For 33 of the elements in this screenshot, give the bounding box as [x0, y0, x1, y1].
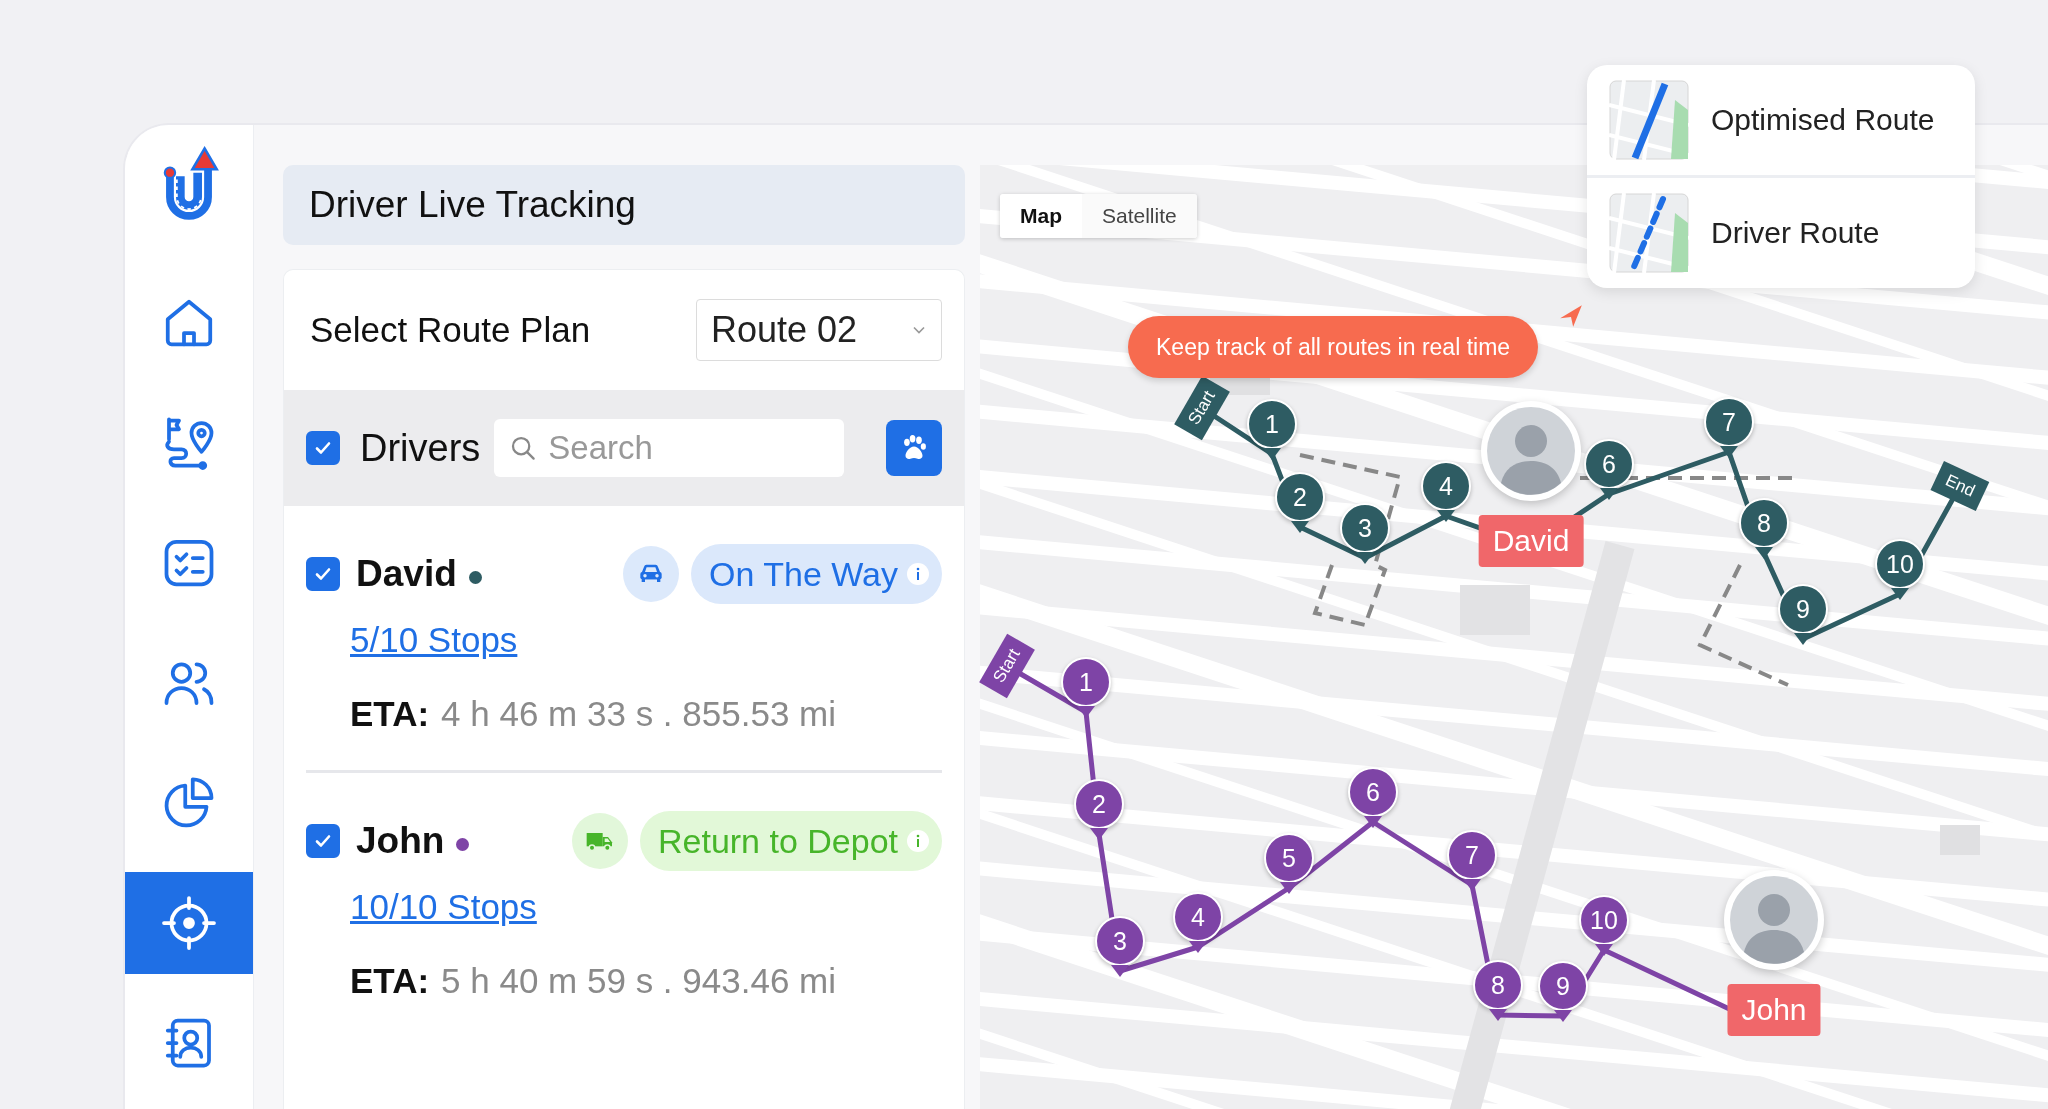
legend-label: Driver Route	[1711, 216, 1880, 250]
route-thumbnail-icon	[1609, 193, 1689, 273]
drivers-label: Drivers	[360, 426, 481, 470]
paw-button[interactable]	[886, 420, 942, 476]
stops-link[interactable]: 5/10 Stops	[350, 620, 518, 660]
info-icon	[906, 562, 930, 586]
driver-name: David	[356, 553, 457, 595]
tooltip: Keep track of all routes in real time	[1128, 316, 1539, 378]
status-text: Return to Depot	[657, 821, 898, 861]
map-type-tab[interactable]: Map	[1000, 194, 1082, 238]
map-type-tab[interactable]: Satellite	[1082, 194, 1197, 238]
status-text: On The Way	[709, 554, 898, 594]
route-thumbnail-icon	[1609, 80, 1689, 160]
page-title: Driver Live Tracking	[283, 165, 965, 245]
info-icon	[906, 829, 930, 853]
route-plan-label: Select Route Plan	[310, 310, 591, 350]
pointer-icon	[1558, 303, 1584, 329]
checkbox[interactable]	[306, 557, 340, 591]
stops-link[interactable]: 10/10 Stops	[350, 887, 537, 927]
eta-label: ETA:	[350, 694, 430, 734]
eta-value: 4 h 46 m 33 s . 855.53 mi	[441, 694, 836, 734]
legend-label: Optimised Route	[1711, 103, 1935, 137]
checkbox[interactable]	[306, 824, 340, 858]
route-select[interactable]: Route 02	[696, 299, 942, 361]
driver-name: John	[356, 820, 445, 862]
eta-label: ETA:	[350, 961, 430, 1001]
driver-map-label: David	[1478, 515, 1584, 567]
checkbox[interactable]	[306, 431, 340, 465]
eta-value: 5 h 40 m 59 s . 943.46 mi	[441, 961, 836, 1001]
crosshair-icon	[159, 893, 219, 953]
search-field[interactable]: Search	[494, 419, 845, 477]
nav-item[interactable]	[125, 872, 253, 974]
driver-map-label: John	[1727, 984, 1821, 1036]
